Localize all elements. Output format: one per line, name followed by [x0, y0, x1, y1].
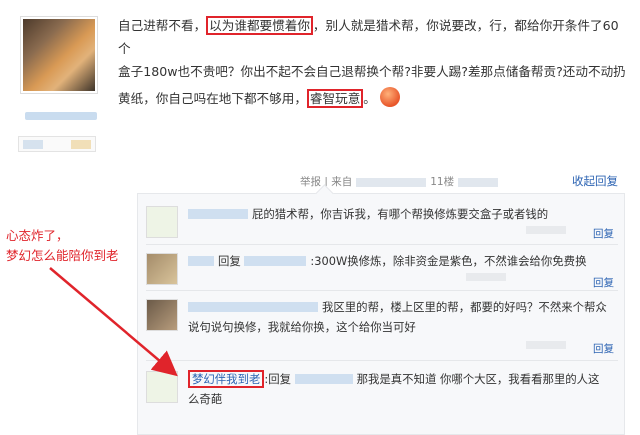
- report-link[interactable]: 举报: [300, 176, 321, 188]
- post-line-3: 黄纸，你自己吗在地下都不够用， 睿智玩意。: [118, 87, 628, 110]
- annotation-line-1: 心态炸了，: [6, 228, 69, 243]
- annotation-line-2: 梦幻怎么能陪你到老: [6, 248, 119, 263]
- reply-text: 屁的猎术帮，你吉诉我，有哪个帮换修炼要交盒子或者钱的: [252, 207, 549, 221]
- reply-avatar[interactable]: [146, 299, 178, 331]
- reply-username-highlighted[interactable]: 梦幻伴我到老: [188, 370, 265, 388]
- reply-prefix: :回复: [264, 372, 291, 386]
- reply-list: 屁的猎术帮，你吉诉我，有哪个帮换修炼要交盒子或者钱的 回复 回复 :300W换修…: [137, 193, 625, 435]
- highlight-box-2: 睿智玩意: [306, 89, 364, 108]
- reply-text: :300W换修炼，除非资金是紫色，不然谁会给你免费换: [310, 254, 587, 268]
- reply-avatar[interactable]: [146, 371, 178, 403]
- reply-avatar[interactable]: [146, 206, 178, 238]
- post-line-1: 自己进帮不看， 以为谁都要惯着你 ，别人就是猎术帮，你说要改，行，都给你开条件了60…: [118, 16, 619, 56]
- post-meta: 举报 | 来自 11楼: [300, 174, 502, 189]
- reply-button[interactable]: 回复: [593, 224, 614, 244]
- post-line-2: 盒子180w也不贵吧？你出不起不会自己退帮换个帮?非要人踢?差那点储备帮贡?还动…: [118, 64, 626, 79]
- blurred-reply-name: [188, 209, 248, 219]
- annotation-note: 心态炸了， 梦幻怎么能陪你到老: [6, 226, 136, 266]
- from-label: 来自: [331, 176, 353, 188]
- reply-button[interactable]: 回复: [593, 339, 614, 359]
- highlight-box-1: 以为谁都要惯着你: [206, 16, 313, 35]
- emoji-icon: [379, 87, 400, 107]
- post-content: 自己进帮不看， 以为谁都要惯着你 ，别人就是猎术帮，你说要改，行，都给你开条件了60…: [118, 14, 628, 110]
- floor-label: 11楼: [430, 176, 455, 188]
- user-avatar[interactable]: [20, 16, 98, 94]
- blurred-level-badge: [18, 136, 96, 152]
- cat-avatar-image: [23, 19, 95, 91]
- blurred-username: [25, 112, 97, 120]
- reply-avatar[interactable]: [146, 253, 178, 285]
- collapse-replies-link[interactable]: 收起回复: [572, 173, 618, 189]
- reply-prefix: 回复: [218, 254, 241, 268]
